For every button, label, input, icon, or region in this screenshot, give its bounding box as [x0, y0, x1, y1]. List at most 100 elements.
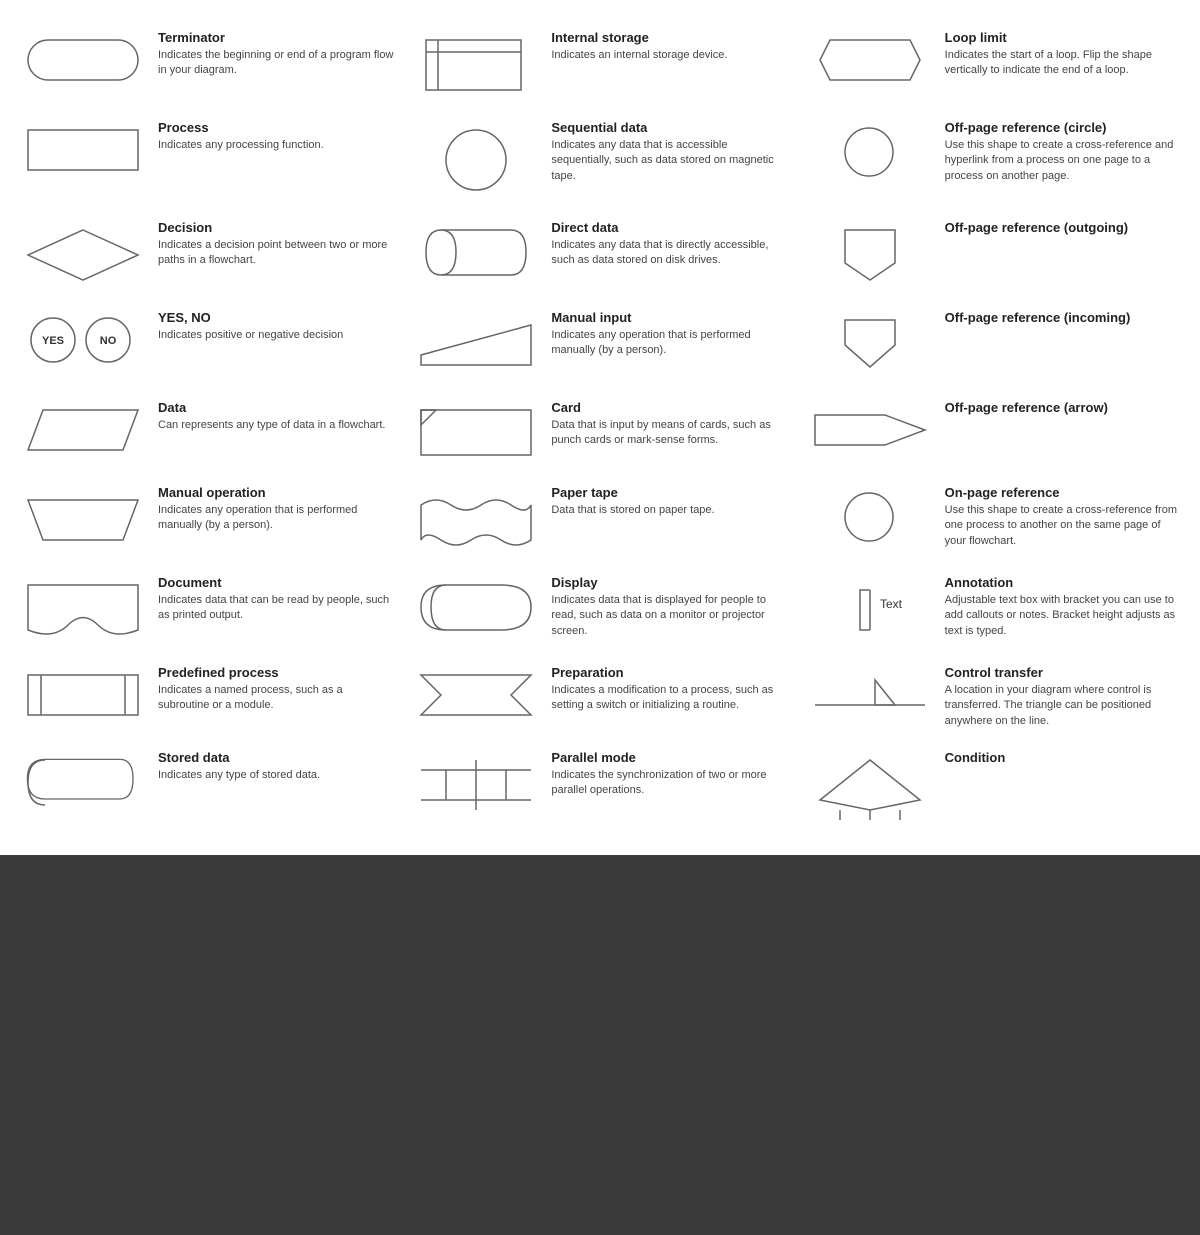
shape-manual-operation[interactable]: [18, 485, 148, 550]
title-direct-data: Direct data: [551, 220, 788, 235]
desc-internal-storage: Indicates an internal storage device.: [551, 48, 788, 63]
shape-yes-no[interactable]: YES NO: [18, 310, 148, 370]
shape-preparation[interactable]: [411, 665, 541, 725]
shape-direct-data[interactable]: [411, 220, 541, 285]
desc-manual-operation: Indicates any operation that is performe…: [158, 503, 395, 534]
text-annotation: Annotation Adjustable text box with brack…: [945, 575, 1182, 639]
svg-text:Text: Text: [880, 597, 903, 611]
title-data: Data: [158, 400, 395, 415]
shape-decision[interactable]: [18, 220, 148, 290]
text-decision: DecisionIndicates a decision point betwe…: [158, 220, 395, 269]
text-terminator: TerminatorIndicates the beginning or end…: [158, 30, 395, 79]
desc-terminator: Indicates the beginning or end of a prog…: [158, 48, 395, 79]
item-sequential-data: Sequential dataIndicates any data that i…: [403, 110, 796, 210]
text-internal-storage: Internal storageIndicates an internal st…: [551, 30, 788, 63]
shape-predefined-process[interactable]: [18, 665, 148, 725]
text-manual-input: Manual inputIndicates any operation that…: [551, 310, 788, 359]
item-internal-storage: Internal storageIndicates an internal st…: [403, 20, 796, 110]
item-manual-operation: Manual operation Indicates any operation …: [10, 475, 403, 565]
desc-stored-data: Indicates any type of stored data.: [158, 768, 395, 783]
text-off-page-circle: Off-page reference (circle) Use this shap…: [945, 120, 1182, 184]
item-parallel-mode: Parallel modeIndicates the synchronizati…: [403, 740, 796, 835]
title-control-transfer: Control transfer: [945, 665, 1182, 680]
desc-annotation: Adjustable text box with bracket you can…: [945, 593, 1182, 639]
shape-paper-tape[interactable]: [411, 485, 541, 555]
shape-card[interactable]: [411, 400, 541, 465]
text-paper-tape: Paper tapeData that is stored on paper t…: [551, 485, 788, 518]
text-yes-no: YES, NOIndicates positive or negative de…: [158, 310, 395, 343]
title-manual-operation: Manual operation: [158, 485, 395, 500]
title-yes-no: YES, NO: [158, 310, 395, 325]
desc-control-transfer: A location in your diagram where control…: [945, 683, 1182, 729]
flowchart-reference: TerminatorIndicates the beginning or end…: [0, 0, 1200, 855]
title-predefined-process: Predefined process: [158, 665, 395, 680]
svg-text:YES: YES: [42, 335, 64, 347]
shape-off-page-arrow[interactable]: [805, 400, 935, 460]
shape-internal-storage[interactable]: [411, 30, 541, 100]
title-off-page-arrow: Off-page reference (arrow): [945, 400, 1182, 415]
shape-data[interactable]: [18, 400, 148, 460]
desc-preparation: Indicates a modification to a process, s…: [551, 683, 788, 714]
shape-off-page-outgoing[interactable]: [805, 220, 935, 290]
shape-annotation[interactable]: Text: [805, 575, 935, 645]
shape-on-page-reference[interactable]: [805, 485, 935, 550]
text-stored-data: Stored dataIndicates any type of stored …: [158, 750, 395, 783]
item-decision: DecisionIndicates a decision point betwe…: [10, 210, 403, 300]
title-off-page-circle: Off-page reference (circle): [945, 120, 1182, 135]
item-on-page-reference: On-page referenceUse this shape to creat…: [797, 475, 1190, 565]
text-off-page-incoming: Off-page reference (incoming): [945, 310, 1182, 328]
item-paper-tape: Paper tapeData that is stored on paper t…: [403, 475, 796, 565]
shape-sequential-data[interactable]: [411, 120, 541, 200]
item-off-page-incoming: Off-page reference (incoming): [797, 300, 1190, 390]
shape-control-transfer[interactable]: [805, 665, 935, 730]
title-document: Document: [158, 575, 395, 590]
title-off-page-outgoing: Off-page reference (outgoing): [945, 220, 1182, 235]
text-sequential-data: Sequential dataIndicates any data that i…: [551, 120, 788, 184]
item-process: ProcessIndicates any processing function…: [10, 110, 403, 210]
text-preparation: PreparationIndicates a modification to a…: [551, 665, 788, 714]
title-decision: Decision: [158, 220, 395, 235]
desc-sequential-data: Indicates any data that is accessible se…: [551, 138, 788, 184]
title-manual-input: Manual input: [551, 310, 788, 325]
item-manual-input: Manual inputIndicates any operation that…: [403, 300, 796, 390]
item-direct-data: Direct dataIndicates any data that is di…: [403, 210, 796, 300]
text-process: ProcessIndicates any processing function…: [158, 120, 395, 153]
item-condition: Condition: [797, 740, 1190, 835]
item-off-page-outgoing: Off-page reference (outgoing): [797, 210, 1190, 300]
desc-paper-tape: Data that is stored on paper tape.: [551, 503, 788, 518]
item-stored-data: Stored dataIndicates any type of stored …: [10, 740, 403, 835]
shape-terminator[interactable]: [18, 30, 148, 90]
shape-document[interactable]: [18, 575, 148, 645]
desc-parallel-mode: Indicates the synchronization of two or …: [551, 768, 788, 799]
shape-parallel-mode[interactable]: [411, 750, 541, 820]
item-terminator: TerminatorIndicates the beginning or end…: [10, 20, 403, 110]
items-grid: TerminatorIndicates the beginning or end…: [10, 20, 1190, 835]
shape-off-page-incoming[interactable]: [805, 310, 935, 380]
shape-condition[interactable]: [805, 750, 935, 825]
desc-off-page-circle: Use this shape to create a cross-referen…: [945, 138, 1182, 184]
text-control-transfer: Control transfer A location in your diagr…: [945, 665, 1182, 729]
desc-on-page-reference: Use this shape to create a cross-referen…: [945, 503, 1182, 549]
title-condition: Condition: [945, 750, 1182, 765]
text-parallel-mode: Parallel modeIndicates the synchronizati…: [551, 750, 788, 799]
bottom-panel: [0, 855, 1200, 1235]
item-off-page-circle: Off-page reference (circle) Use this shap…: [797, 110, 1190, 210]
shape-display[interactable]: [411, 575, 541, 640]
shape-off-page-circle[interactable]: [805, 120, 935, 185]
desc-document: Indicates data that can be read by peopl…: [158, 593, 395, 624]
desc-predefined-process: Indicates a named process, such as a sub…: [158, 683, 395, 714]
shape-stored-data[interactable]: [18, 750, 148, 815]
shape-process[interactable]: [18, 120, 148, 180]
text-condition: Condition: [945, 750, 1182, 768]
desc-data: Can represents any type of data in a flo…: [158, 418, 395, 433]
shape-manual-input[interactable]: [411, 310, 541, 375]
text-card: CardData that is input by means of cards…: [551, 400, 788, 449]
item-preparation: PreparationIndicates a modification to a…: [403, 655, 796, 740]
item-display: DisplayIndicates data that is displayed …: [403, 565, 796, 655]
item-document: Document Indicates data that can be read …: [10, 565, 403, 655]
title-annotation: Annotation: [945, 575, 1182, 590]
desc-card: Data that is input by means of cards, su…: [551, 418, 788, 449]
shape-loop-limit[interactable]: [805, 30, 935, 90]
text-direct-data: Direct dataIndicates any data that is di…: [551, 220, 788, 269]
text-off-page-outgoing: Off-page reference (outgoing): [945, 220, 1182, 238]
